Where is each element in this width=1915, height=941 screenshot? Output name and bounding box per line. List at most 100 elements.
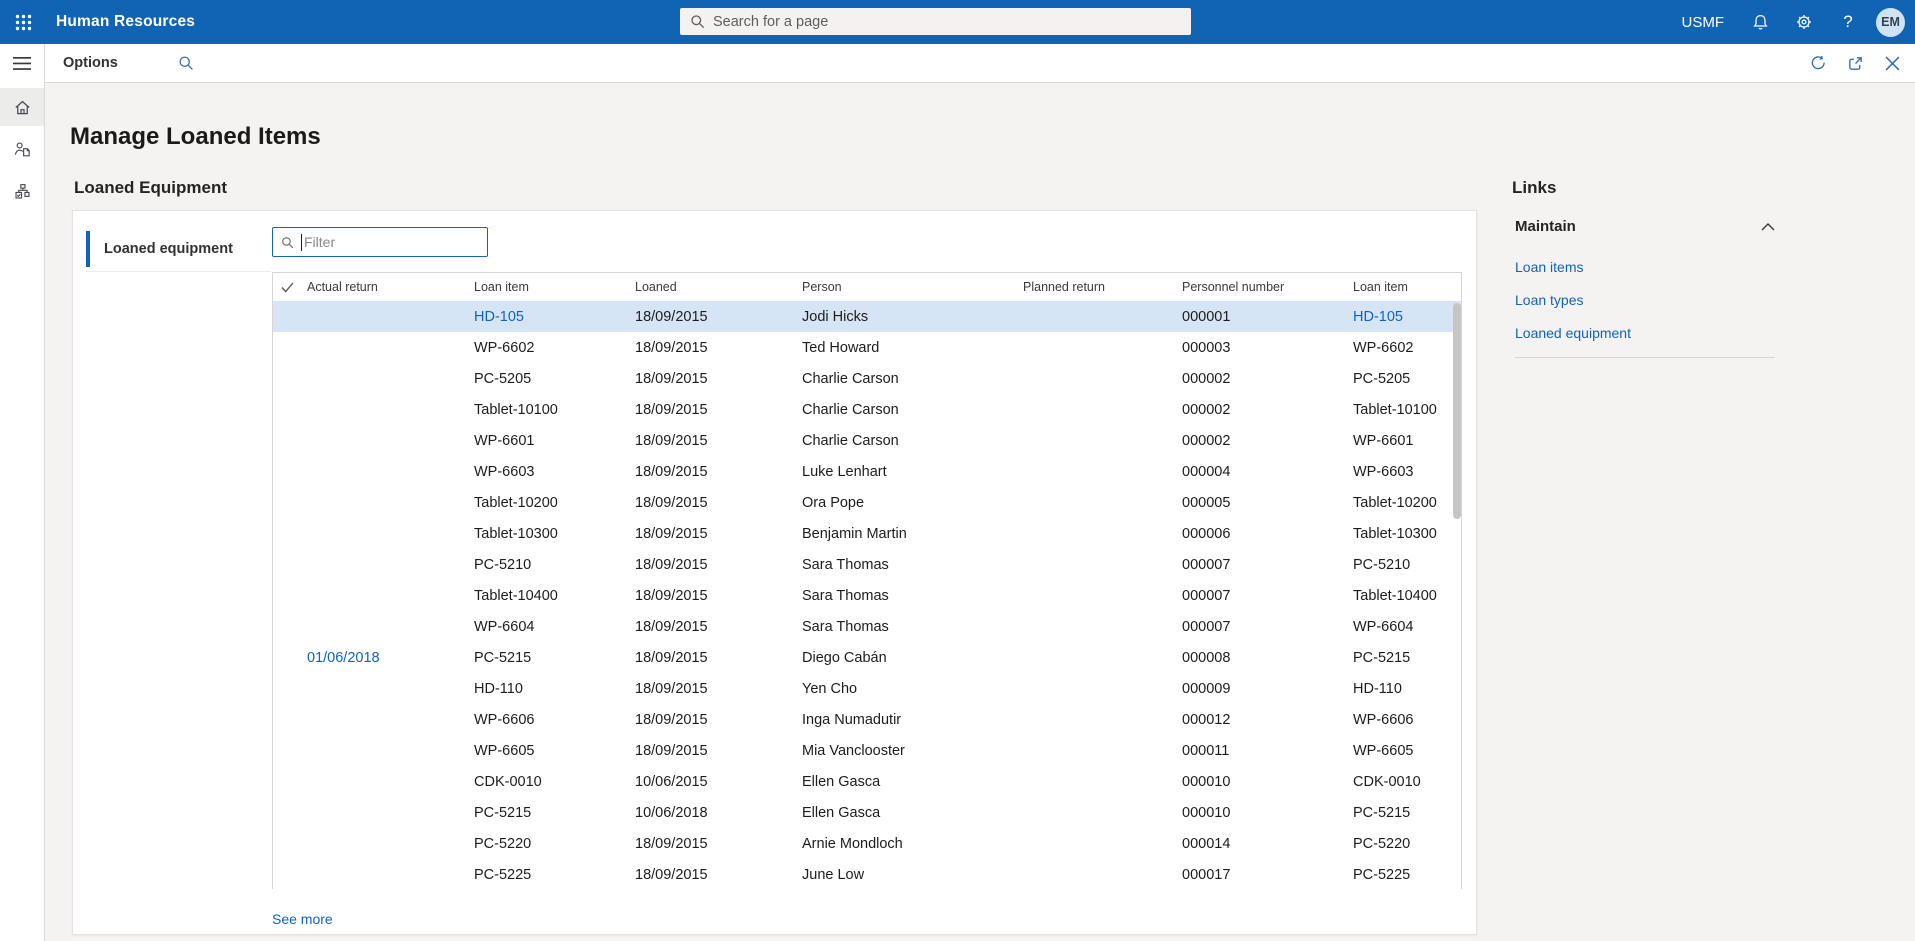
links-group-maintain[interactable]: Maintain — [1515, 218, 1775, 235]
cell-personnel_number: 000017 — [1176, 867, 1347, 883]
cell-personnel_number: 000002 — [1176, 433, 1347, 449]
tab-loaned-equipment[interactable]: Loaned equipment — [86, 227, 271, 272]
cell-actual_return[interactable]: 01/06/2018 — [301, 650, 468, 666]
table-row[interactable]: PC-522518/09/2015June Low000017PC-5225 — [273, 859, 1461, 890]
settings-gear-icon[interactable] — [1782, 0, 1826, 44]
table-row[interactable]: WP-660218/09/2015Ted Howard000003WP-6602 — [273, 332, 1461, 363]
table-row[interactable]: HD-11018/09/2015Yen Cho000009HD-110 — [273, 673, 1461, 704]
tab-label: Loaned equipment — [104, 241, 233, 257]
cell-person: Charlie Carson — [796, 402, 1017, 418]
close-icon[interactable] — [1874, 44, 1911, 83]
app-header: Human Resources Search for a page USMF ? — [0, 0, 1915, 44]
environment-selector[interactable]: USMF — [1668, 14, 1739, 31]
links-group-label: Maintain — [1515, 218, 1576, 235]
table-row[interactable]: PC-522018/09/2015Arnie Mondloch000014PC-… — [273, 828, 1461, 859]
hamburger-menu-icon[interactable] — [0, 44, 44, 83]
grid-vertical-scrollbar[interactable] — [1453, 303, 1461, 519]
cell-person: Ted Howard — [796, 340, 1017, 356]
table-row[interactable]: Tablet-1030018/09/2015Benjamin Martin000… — [273, 518, 1461, 549]
text-caret — [301, 234, 302, 251]
see-more-link[interactable]: See more — [272, 911, 333, 927]
links-item-loan-items[interactable]: Loan items — [1515, 250, 1775, 283]
column-header-loaned[interactable]: Loaned — [629, 280, 796, 294]
links-item-loan-types[interactable]: Loan types — [1515, 283, 1775, 316]
column-header-person[interactable]: Person — [796, 280, 1017, 294]
column-header-actual_return[interactable]: Actual return — [301, 280, 468, 294]
cell-person: Luke Lenhart — [796, 464, 1017, 480]
cell-loan_item_2: WP-6602 — [1347, 340, 1454, 356]
cell-loan_item: Tablet-10100 — [468, 402, 629, 418]
cell-person: Inga Numadutir — [796, 712, 1017, 728]
cell-loan_item: PC-5205 — [468, 371, 629, 387]
table-row[interactable]: WP-660518/09/2015Mia Vanclooster000011WP… — [273, 735, 1461, 766]
links-panel-title: Links — [1512, 178, 1556, 198]
table-row[interactable]: 01/06/2018PC-521518/09/2015Diego Cabán00… — [273, 642, 1461, 673]
cell-personnel_number: 000007 — [1176, 619, 1347, 635]
toolbar-right-icons — [1800, 44, 1915, 83]
cell-loan_item_2: PC-5205 — [1347, 371, 1454, 387]
cell-loaned: 18/09/2015 — [629, 526, 796, 542]
cell-loan_item: Tablet-10300 — [468, 526, 629, 542]
cell-personnel_number: 000001 — [1176, 309, 1347, 325]
column-header-loan_item_2[interactable]: Loan item — [1347, 280, 1454, 294]
command-toolbar: Options — [45, 44, 1915, 83]
table-row[interactable]: Tablet-1020018/09/2015Ora Pope000005Tabl… — [273, 487, 1461, 518]
select-all-check-icon[interactable] — [273, 282, 301, 293]
table-row[interactable]: PC-520518/09/2015Charlie Carson000002PC-… — [273, 363, 1461, 394]
cell-person: Charlie Carson — [796, 433, 1017, 449]
cell-loan_item[interactable]: HD-105 — [468, 309, 629, 325]
cell-loaned: 18/09/2015 — [629, 557, 796, 573]
cell-loan_item_2: HD-110 — [1347, 681, 1454, 697]
cell-loan_item_2: WP-6604 — [1347, 619, 1454, 635]
table-row[interactable]: PC-521018/09/2015Sara Thomas000007PC-521… — [273, 549, 1461, 580]
cell-personnel_number: 000010 — [1176, 805, 1347, 821]
cell-person: Jodi Hicks — [796, 309, 1017, 325]
options-menu[interactable]: Options — [63, 55, 118, 71]
links-item-loaned-equipment[interactable]: Loaned equipment — [1515, 316, 1775, 349]
cell-loan_item: PC-5215 — [468, 650, 629, 666]
table-row[interactable]: WP-660118/09/2015Charlie Carson000002WP-… — [273, 425, 1461, 456]
sidebar-item-worker-records[interactable] — [0, 130, 44, 168]
section-title: Loaned Equipment — [74, 178, 227, 198]
open-in-new-window-icon[interactable] — [1837, 44, 1874, 83]
refresh-icon[interactable] — [1800, 44, 1837, 83]
cell-loan_item_2: WP-6606 — [1347, 712, 1454, 728]
table-row[interactable]: PC-521510/06/2018Ellen Gasca000010PC-521… — [273, 797, 1461, 828]
notifications-bell-icon[interactable] — [1738, 0, 1782, 44]
table-row[interactable]: WP-660318/09/2015Luke Lenhart000004WP-66… — [273, 456, 1461, 487]
cell-loan_item: WP-6603 — [468, 464, 629, 480]
app-launcher-waffle-icon[interactable] — [0, 0, 46, 44]
global-search-input[interactable]: Search for a page — [680, 8, 1191, 35]
sidebar-item-tasks[interactable] — [0, 172, 44, 210]
header-right-cluster: USMF ? EM — [1668, 0, 1915, 44]
table-row[interactable]: HD-10518/09/2015Jodi Hicks000001HD-105 — [273, 301, 1461, 332]
toolbar-search-icon[interactable] — [178, 55, 194, 71]
cell-personnel_number: 000008 — [1176, 650, 1347, 666]
column-header-personnel_number[interactable]: Personnel number — [1176, 280, 1347, 294]
cell-loan_item_2: CDK-0010 — [1347, 774, 1454, 790]
table-row[interactable]: WP-660418/09/2015Sara Thomas000007WP-660… — [273, 611, 1461, 642]
table-row[interactable]: CDK-001010/06/2015Ellen Gasca000010CDK-0… — [273, 766, 1461, 797]
table-row[interactable]: WP-660618/09/2015Inga Numadutir000012WP-… — [273, 704, 1461, 735]
cell-loan_item_2[interactable]: HD-105 — [1347, 309, 1454, 325]
cell-loan_item_2: WP-6603 — [1347, 464, 1454, 480]
cell-personnel_number: 000010 — [1176, 774, 1347, 790]
sidebar-item-home[interactable] — [0, 88, 44, 126]
column-header-loan_item[interactable]: Loan item — [468, 280, 629, 294]
cell-personnel_number: 000009 — [1176, 681, 1347, 697]
table-row[interactable]: Tablet-1010018/09/2015Charlie Carson0000… — [273, 394, 1461, 425]
chevron-up-icon — [1761, 223, 1775, 231]
cell-loan_item: HD-110 — [468, 681, 629, 697]
cell-personnel_number: 000007 — [1176, 557, 1347, 573]
grid-filter-input[interactable]: Filter — [272, 227, 488, 257]
cell-loan_item_2: Tablet-10400 — [1347, 588, 1454, 604]
cell-loaned: 18/09/2015 — [629, 402, 796, 418]
column-header-planned_return[interactable]: Planned return — [1017, 280, 1176, 294]
cell-person: Charlie Carson — [796, 371, 1017, 387]
tab-active-accent — [86, 231, 90, 267]
help-icon[interactable]: ? — [1826, 0, 1870, 44]
cell-loaned: 18/09/2015 — [629, 867, 796, 883]
table-row[interactable]: Tablet-1040018/09/2015Sara Thomas000007T… — [273, 580, 1461, 611]
cell-loaned: 18/09/2015 — [629, 588, 796, 604]
user-avatar[interactable]: EM — [1876, 8, 1905, 37]
